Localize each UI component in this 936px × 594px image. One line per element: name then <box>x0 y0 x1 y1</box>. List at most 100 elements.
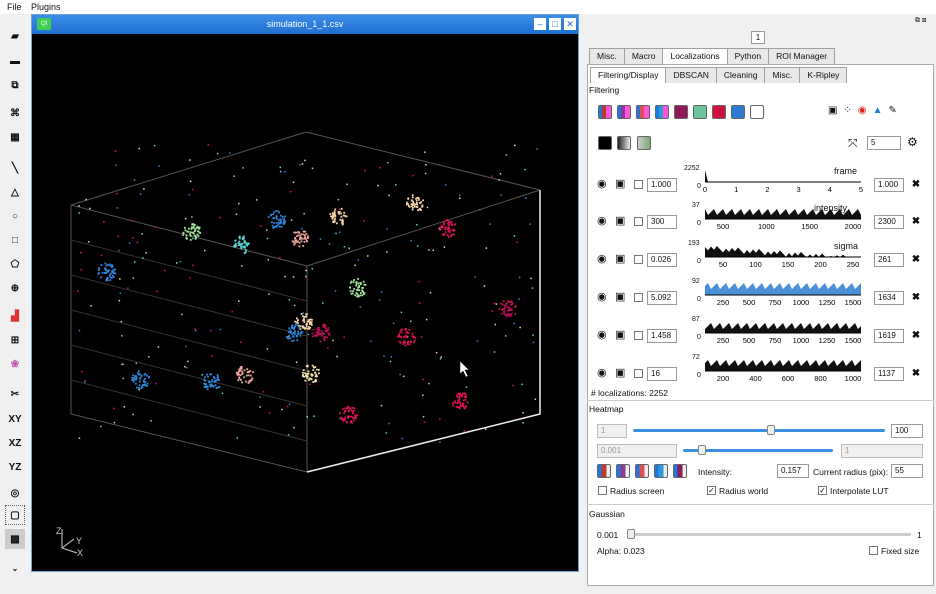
tab-cleaning[interactable]: Cleaning <box>715 67 766 83</box>
lut-swatch[interactable] <box>674 105 688 119</box>
heatmap-min-slider-knob[interactable] <box>766 425 775 435</box>
bg-green-swatch[interactable] <box>637 136 651 150</box>
filter-checkbox[interactable] <box>634 331 643 340</box>
reset-filter-icon[interactable]: ✖ <box>909 215 923 229</box>
maximize-button[interactable]: □ <box>549 18 561 30</box>
filter-min-input[interactable]: 1.458 <box>647 329 677 343</box>
heatmap-min-slider[interactable] <box>633 429 885 432</box>
tab-misc-sub[interactable]: Misc. <box>764 67 801 83</box>
tab-misc[interactable]: Misc. <box>589 48 625 64</box>
intensity-input[interactable]: 0.157 <box>777 464 809 478</box>
save-filter-icon[interactable]: ▣ <box>615 252 625 265</box>
gaussian-slider[interactable] <box>627 533 911 536</box>
open-folder-icon[interactable]: ▰ <box>5 26 25 46</box>
view-xz-button[interactable]: XZ <box>5 433 25 453</box>
cut-icon[interactable]: ✂ <box>5 384 25 404</box>
lut-swatch[interactable] <box>655 105 669 119</box>
filter-max-input[interactable]: 1137 <box>874 367 904 381</box>
filter-checkbox[interactable] <box>634 217 643 226</box>
menu-plugins[interactable]: Plugins <box>31 2 61 12</box>
open-file-icon[interactable]: ▬ <box>5 51 25 71</box>
view-xy-button[interactable]: XY <box>5 409 25 429</box>
visibility-toggle-icon[interactable]: ◉ <box>597 177 607 190</box>
line-tool-icon[interactable]: ╲ <box>5 158 25 178</box>
filter-max-input[interactable]: 2300 <box>874 215 904 229</box>
visibility-toggle-icon[interactable]: ◉ <box>597 252 607 265</box>
lut-swatch[interactable] <box>693 105 707 119</box>
filter-min-input[interactable]: 1.000 <box>647 178 677 192</box>
current-radius-input[interactable]: 55 <box>891 464 923 478</box>
lut-swatch[interactable] <box>617 105 631 119</box>
bg-black-swatch[interactable] <box>598 136 612 150</box>
lut-swatch[interactable] <box>712 105 726 119</box>
visibility-toggle-icon[interactable]: ◉ <box>597 290 607 303</box>
visibility-toggle-icon[interactable]: ◉ <box>597 328 607 341</box>
interpolate-lut-checkbox[interactable]: ✓ <box>818 486 827 495</box>
3d-scene[interactable]: Z Y X <box>32 34 578 571</box>
target-icon[interactable]: ◉ <box>858 105 873 116</box>
tab-dbscan[interactable]: DBSCAN <box>665 67 717 83</box>
heatmap-lut-swatch[interactable] <box>616 464 630 478</box>
filter-checkbox[interactable] <box>634 369 643 378</box>
heatmap-max-input[interactable]: 100 <box>891 424 923 438</box>
settings-gear-icon[interactable]: ⚙ <box>907 135 918 149</box>
heatmap-lut-swatch[interactable] <box>654 464 668 478</box>
reset-filter-icon[interactable]: ✖ <box>909 367 923 381</box>
filter-checkbox[interactable] <box>634 180 643 189</box>
brush-icon[interactable]: ✎ <box>888 105 902 116</box>
triangle-tool-icon[interactable]: △ <box>5 182 25 202</box>
tab-k-ripley[interactable]: K-Ripley <box>799 67 848 83</box>
visibility-toggle-icon[interactable]: ◉ <box>597 366 607 379</box>
camera-icon[interactable]: ◎ <box>5 483 25 503</box>
float-restore-icons[interactable]: ⧉ ⊠ <box>915 17 926 25</box>
radius-min-input[interactable]: 0.001 <box>597 444 677 458</box>
filter-min-input[interactable]: 5.092 <box>647 291 677 305</box>
reset-filter-icon[interactable]: ✖ <box>909 253 923 267</box>
filter-histogram[interactable]: 200 400 600 800 1000 <box>703 357 868 383</box>
filter-min-input[interactable]: 300 <box>647 215 677 229</box>
lut-swatch[interactable] <box>636 105 650 119</box>
point-size-input[interactable]: 5 <box>867 136 901 150</box>
view-yz-button[interactable]: YZ <box>5 457 25 477</box>
grid-icon[interactable]: ▦ <box>5 127 25 147</box>
save-filter-icon[interactable]: ▣ <box>615 214 625 227</box>
filter-max-input[interactable]: 1.000 <box>874 178 904 192</box>
heatmap-lut-swatch[interactable] <box>673 464 687 478</box>
page-number[interactable]: 1 <box>751 31 765 44</box>
lut-swatch[interactable] <box>731 105 745 119</box>
fixed-size-checkbox[interactable] <box>869 546 878 555</box>
reset-filter-icon[interactable]: ✖ <box>909 329 923 343</box>
reset-filter-icon[interactable]: ✖ <box>909 178 923 192</box>
import-icon[interactable]: ⧉ <box>5 75 25 95</box>
minimize-button[interactable]: – <box>534 18 546 30</box>
tab-python[interactable]: Python <box>726 48 770 64</box>
radius-max-input[interactable]: 1 <box>841 444 923 458</box>
close-button[interactable]: ✕ <box>564 18 576 30</box>
roi-grid-icon[interactable]: ⊞ <box>5 330 25 350</box>
reset-filter-icon[interactable]: ✖ <box>909 291 923 305</box>
scatter-icon[interactable]: ⁘ <box>843 105 857 116</box>
filter-histogram[interactable]: 250 500 750 1000 1250 1500 <box>703 319 868 345</box>
heatmap-lut-swatch[interactable] <box>597 464 611 478</box>
circle-tool-icon[interactable]: ○ <box>5 206 25 226</box>
save-filter-icon[interactable]: ▣ <box>615 366 625 379</box>
save-icon[interactable]: ▣ <box>828 105 843 116</box>
bg-gradient-swatch[interactable] <box>617 136 631 150</box>
filter-histogram[interactable]: 250 500 750 1000 1250 1500 <box>703 281 868 307</box>
filter-histogram[interactable]: 500 1000 1500 2000 <box>703 205 868 231</box>
filter-checkbox[interactable] <box>634 255 643 264</box>
filter-checkbox[interactable] <box>634 293 643 302</box>
save-filter-icon[interactable]: ▣ <box>615 290 625 303</box>
lut-swatch[interactable] <box>598 105 612 119</box>
radius-world-checkbox[interactable]: ✓ <box>707 486 716 495</box>
filter-histogram[interactable]: 50 100 150 200 250 <box>703 243 868 269</box>
heatmap-lut-swatch[interactable] <box>635 464 649 478</box>
heatmap-min-input[interactable]: 1 <box>597 424 627 438</box>
radius-slider-knob[interactable] <box>698 445 706 455</box>
grid-view-icon[interactable]: ▩ <box>5 529 25 549</box>
gaussian-slider-knob[interactable] <box>627 529 635 539</box>
filter-histogram[interactable]: 0 1 2 3 4 5 <box>703 168 868 194</box>
save-filter-icon[interactable]: ▣ <box>615 177 625 190</box>
square-tool-icon[interactable]: □ <box>5 230 25 250</box>
lut-swatch[interactable] <box>750 105 764 119</box>
